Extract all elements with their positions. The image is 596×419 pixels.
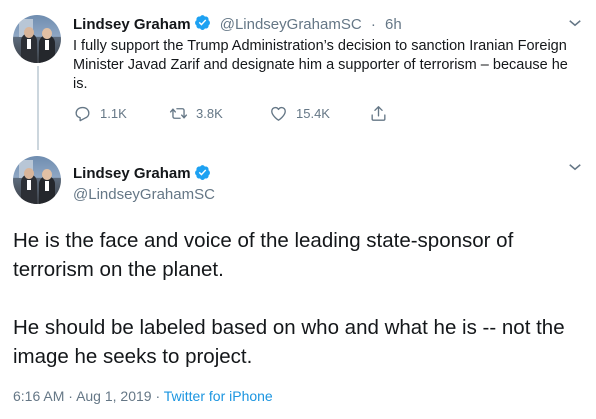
separator: ·	[370, 16, 376, 33]
share-button[interactable]	[369, 104, 388, 123]
tweet-paragraph: He is the face and voice of the leading …	[13, 229, 514, 281]
tweet-text: He is the face and voice of the leading …	[13, 226, 583, 371]
separator: ·	[68, 388, 73, 404]
author-name-row: Lindsey Graham	[73, 164, 211, 186]
author-name[interactable]: Lindsey Graham	[73, 16, 191, 33]
share-icon	[371, 106, 386, 121]
tweet-date[interactable]: Aug 1, 2019	[76, 388, 152, 404]
retweet-count: 3.8K	[196, 106, 223, 121]
thread-connector-line	[37, 66, 39, 150]
tweet-header: Lindsey Graham @LindseyGrahamSC · 6h	[73, 14, 402, 35]
retweet-button[interactable]: 3.8K	[169, 104, 223, 123]
reply-button[interactable]: 1.1K	[73, 104, 127, 123]
verified-badge-icon	[194, 164, 211, 186]
tweet-source-link[interactable]: Twitter for iPhone	[164, 388, 273, 404]
tweet-metadata: 6:16 AM · Aug 1, 2019 · Twitter for iPho…	[13, 388, 273, 404]
reply-icon	[75, 106, 90, 122]
author-handle[interactable]: @LindseyGrahamSC	[220, 16, 362, 33]
like-button[interactable]: 15.4K	[269, 104, 330, 123]
like-count: 15.4K	[296, 106, 330, 121]
author-handle[interactable]: @LindseyGrahamSC	[73, 186, 215, 203]
separator: ·	[155, 388, 161, 404]
author-name[interactable]: Lindsey Graham	[73, 165, 191, 182]
tweet-paragraph: He should be labeled based on who and wh…	[13, 316, 565, 368]
avatar[interactable]	[13, 156, 61, 204]
retweet-icon	[169, 108, 188, 119]
tweet-timestamp[interactable]: 6h	[385, 16, 402, 33]
tweet-text: I fully support the Trump Administration…	[73, 38, 568, 92]
chevron-down-icon[interactable]	[566, 14, 584, 32]
avatar[interactable]	[13, 15, 61, 63]
like-icon	[271, 106, 286, 121]
reply-count: 1.1K	[100, 106, 127, 121]
tweet-time[interactable]: 6:16 AM	[13, 388, 64, 404]
chevron-down-icon[interactable]	[566, 158, 584, 176]
verified-badge-icon	[194, 14, 211, 35]
